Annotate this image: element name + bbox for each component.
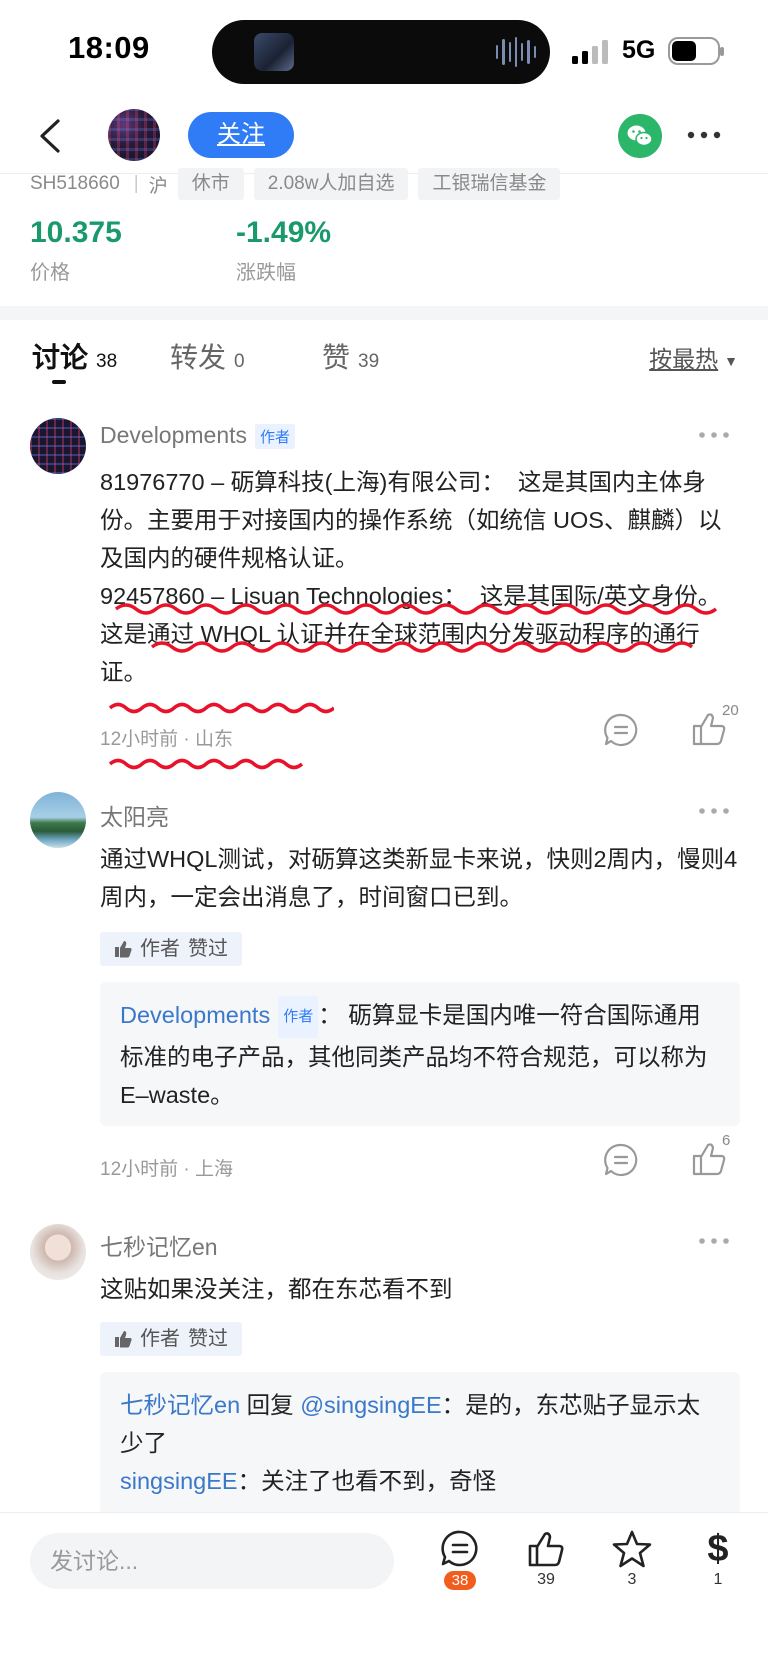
back-arrow-icon[interactable] bbox=[36, 116, 66, 156]
network-type: 5G bbox=[622, 36, 656, 64]
star-icon bbox=[612, 1530, 652, 1568]
now-playing-thumbnail bbox=[254, 33, 294, 71]
reply-author[interactable]: Developments bbox=[120, 1002, 270, 1028]
chip-liked: 赞过 bbox=[188, 1328, 228, 1350]
post-meta: 12小时前 · 山东 bbox=[100, 729, 234, 750]
battery-icon bbox=[668, 37, 724, 65]
reply-verb: 回复 bbox=[240, 1392, 301, 1418]
reply-mention[interactable]: @singsingEE bbox=[300, 1392, 441, 1418]
post-author[interactable]: 七秒记忆en bbox=[100, 1228, 218, 1262]
chip-author: 作者 bbox=[140, 1328, 180, 1350]
post-location: 山东 bbox=[195, 729, 234, 750]
change-label: 涨跌幅 bbox=[236, 262, 296, 284]
comment-icon[interactable] bbox=[603, 1142, 639, 1178]
comment-icon[interactable] bbox=[603, 712, 639, 748]
comment-icon bbox=[441, 1530, 478, 1567]
avatar[interactable] bbox=[30, 1224, 86, 1280]
like-icon bbox=[528, 1532, 564, 1567]
reply-line: 七秒记忆en 回复 @singsingEE：是的，东芯贴子显示太少了 bbox=[120, 1386, 720, 1462]
tab-discussion[interactable]: 讨论 38 bbox=[32, 336, 117, 376]
likes-count: 39 bbox=[537, 1571, 555, 1588]
thumbs-up-icon bbox=[115, 1331, 132, 1348]
reply-line: singsingEE：关注了也看不到，奇怪 bbox=[120, 1462, 720, 1500]
author-liked-chip: 作者 赞过 bbox=[100, 1322, 242, 1356]
status-time: 18:09 bbox=[68, 30, 150, 65]
like-button[interactable]: 39 bbox=[516, 1529, 576, 1589]
post-more-icon[interactable] bbox=[698, 806, 730, 816]
follow-button[interactable]: 关注 bbox=[188, 112, 294, 158]
post-body: 通过WHQL测试，对砺算这类新显卡来说，快则2周内，慢则4周内，一定会出消息了，… bbox=[100, 846, 738, 910]
active-tab-indicator bbox=[52, 380, 66, 384]
author-liked-chip: 作者 赞过 bbox=[100, 932, 242, 966]
caret-down-icon: ▼ bbox=[724, 352, 738, 369]
comments-count-badge: 38 bbox=[443, 1571, 477, 1590]
tab-label: 转发 bbox=[170, 342, 227, 373]
author-badge: 作者 bbox=[278, 996, 319, 1038]
tab-reposts[interactable]: 转发 0 bbox=[170, 336, 245, 376]
red-squiggle-annotation bbox=[108, 758, 304, 770]
author-name: Developments bbox=[100, 422, 248, 448]
reply-text: ：关注了也看不到，奇怪 bbox=[237, 1468, 497, 1494]
divider: | bbox=[133, 173, 139, 194]
post-time: 12小时前 bbox=[100, 1159, 179, 1180]
reply-author[interactable]: 七秒记忆en bbox=[120, 1392, 240, 1418]
favorite-button[interactable]: 3 bbox=[602, 1529, 662, 1589]
section-divider bbox=[0, 306, 768, 320]
post-author[interactable]: 太阳亮 bbox=[100, 798, 169, 832]
author-badge: 作者 bbox=[255, 424, 296, 450]
post-author[interactable]: Developments 作者 bbox=[100, 422, 296, 450]
favorites-count: 3 bbox=[627, 1571, 637, 1588]
red-squiggle-annotation bbox=[114, 603, 718, 653]
avatar[interactable] bbox=[30, 792, 86, 848]
avatar[interactable] bbox=[30, 418, 86, 474]
thumbs-up-icon bbox=[115, 941, 132, 958]
tab-label: 讨论 bbox=[32, 342, 89, 373]
red-squiggle-annotation bbox=[108, 702, 334, 714]
wechat-share-icon[interactable] bbox=[618, 114, 662, 158]
watchers-tag: 2.08w人加自选 bbox=[253, 168, 409, 200]
sort-dropdown[interactable]: 按最热 ▼ bbox=[649, 340, 738, 374]
post-meta: 12小时前 · 上海 bbox=[100, 1159, 234, 1180]
audio-wave-icon bbox=[496, 36, 536, 68]
chip-liked: 赞过 bbox=[188, 938, 228, 960]
price-label: 价格 bbox=[30, 262, 70, 284]
tab-count: 0 bbox=[234, 351, 245, 372]
more-options-icon[interactable] bbox=[684, 120, 724, 150]
post-time: 12小时前 bbox=[100, 729, 179, 750]
like-count: 20 bbox=[722, 702, 739, 719]
bottom-action-bar: 发讨论... 38 39 3 $ 1 bbox=[0, 1512, 768, 1665]
dollar-icon: $ bbox=[707, 1528, 729, 1570]
tab-count: 39 bbox=[358, 351, 380, 372]
tips-count: 1 bbox=[713, 1571, 723, 1588]
like-count: 6 bbox=[722, 1132, 731, 1149]
price-value: 10.375 bbox=[30, 216, 122, 249]
post-more-icon[interactable] bbox=[698, 430, 730, 440]
chip-author: 作者 bbox=[140, 938, 180, 960]
signal-icon bbox=[572, 40, 612, 64]
market-label: 沪 bbox=[148, 175, 168, 197]
post-body: 这贴如果没关注，都在东芯看不到 bbox=[100, 1276, 453, 1302]
comments-button[interactable]: 38 bbox=[430, 1529, 490, 1590]
market-status-tag: 休市 bbox=[177, 168, 244, 200]
tab-likes[interactable]: 赞 39 bbox=[322, 336, 379, 376]
reply-preview[interactable]: Developments 作者： 砺算显卡是国内唯一符合国际通用标准的电子产品，其… bbox=[100, 982, 740, 1126]
top-nav: 关注 bbox=[0, 100, 768, 174]
stock-code: SH518660 bbox=[30, 173, 120, 194]
reply-author[interactable]: singsingEE bbox=[120, 1468, 238, 1494]
post-more-icon[interactable] bbox=[698, 1236, 730, 1246]
sort-label: 按最热 bbox=[649, 346, 719, 372]
change-value: -1.49% bbox=[236, 216, 332, 249]
dynamic-island bbox=[212, 20, 550, 84]
post-location: 上海 bbox=[195, 1159, 234, 1180]
tab-count: 38 bbox=[96, 351, 118, 372]
discussion-tabs: 讨论 38 转发 0 赞 39 按最热 ▼ bbox=[0, 336, 768, 386]
user-avatar[interactable] bbox=[108, 109, 160, 161]
stock-info-row: SH518660 | 沪 休市 2.08w人加自选 工银瑞信基金 bbox=[30, 168, 561, 200]
tab-label: 赞 bbox=[322, 342, 351, 373]
discussion-input[interactable]: 发讨论... bbox=[30, 1533, 394, 1589]
reply-preview[interactable]: 七秒记忆en 回复 @singsingEE：是的，东芯贴子显示太少了 sings… bbox=[100, 1372, 740, 1512]
status-bar: 18:09 5G bbox=[0, 0, 768, 100]
tip-button[interactable]: $ 1 bbox=[688, 1529, 748, 1589]
company-tag[interactable]: 工银瑞信基金 bbox=[418, 168, 561, 200]
